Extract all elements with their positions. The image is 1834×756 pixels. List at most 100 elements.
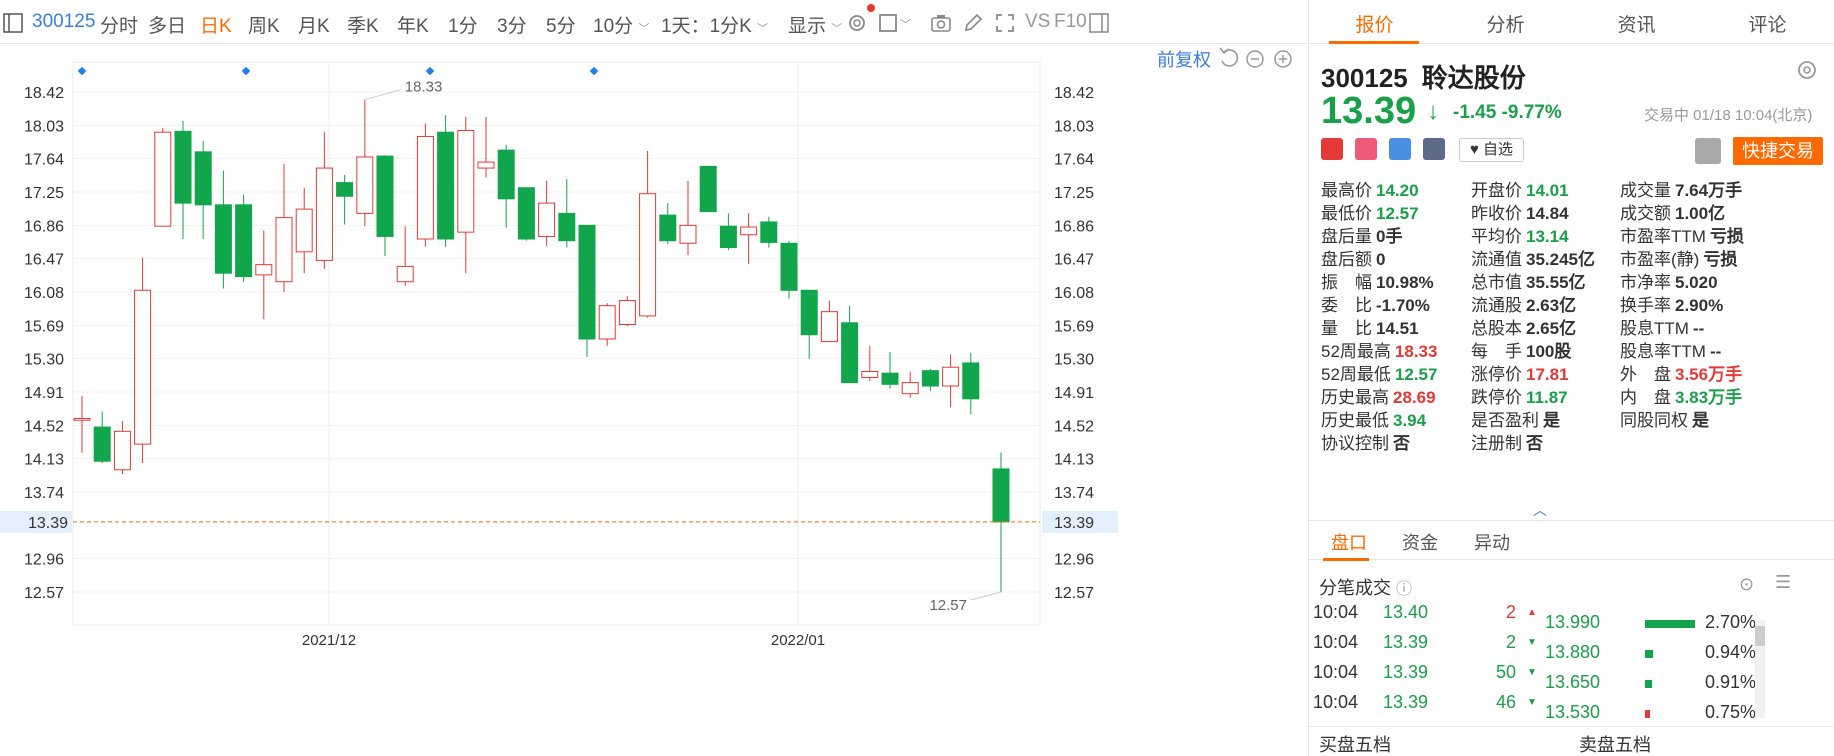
period-quarter-k[interactable]: 季K bbox=[347, 11, 379, 38]
collapse-icon[interactable]: ︿ bbox=[1533, 500, 1547, 520]
add-watchlist-button[interactable]: ♥ 自选 bbox=[1459, 138, 1524, 162]
candle-body bbox=[962, 362, 980, 400]
stat-cell: 成交额 1.00亿 bbox=[1620, 199, 1725, 223]
period-minute[interactable]: 分时 bbox=[100, 11, 138, 38]
event-marker-icon bbox=[241, 66, 251, 76]
vs-button[interactable]: VS bbox=[1025, 11, 1050, 33]
trading-status: 交易中 01/18 10:04(北京) bbox=[1644, 107, 1813, 124]
candle-body bbox=[457, 129, 475, 233]
price-label-right: 14.52 bbox=[1054, 418, 1094, 435]
stat-value: -- bbox=[1709, 342, 1722, 361]
info-icon[interactable]: ⓘ bbox=[1396, 581, 1412, 598]
tab-events[interactable]: 异动 bbox=[1474, 529, 1510, 555]
display-menu[interactable]: 显示 ﹀ bbox=[788, 11, 842, 38]
stat-value: 28.69 bbox=[1393, 388, 1436, 407]
stat-key: 盘后量 bbox=[1321, 227, 1372, 246]
tab-orderbook[interactable]: 盘口 bbox=[1331, 529, 1367, 555]
price-label-left: 17.64 bbox=[24, 152, 64, 169]
quick-trade-button[interactable]: 快捷交易 bbox=[1733, 137, 1823, 165]
period-day-k[interactable]: 日K bbox=[200, 11, 232, 38]
period-10min[interactable]: 10分 ﹀ bbox=[593, 11, 649, 38]
tab-funds[interactable]: 资金 bbox=[1402, 529, 1438, 555]
tab-analysis[interactable]: 分析 bbox=[1440, 10, 1571, 37]
depth-labels: 买盘五档 卖盘五档 bbox=[1309, 726, 1834, 756]
stat-cell: 历史最低 3.94 bbox=[1321, 406, 1426, 430]
tick-time: 10:04 bbox=[1313, 602, 1359, 622]
scrollbar[interactable] bbox=[1755, 620, 1765, 718]
scrollbar-thumb[interactable] bbox=[1755, 626, 1765, 646]
price-label-right: 12.96 bbox=[1054, 552, 1094, 569]
reset-icon[interactable] bbox=[1219, 47, 1239, 67]
note-icon[interactable] bbox=[1423, 138, 1445, 160]
tick-row: 10:04 13.39 46 ▼ bbox=[1309, 692, 1537, 718]
stat-value: 7.64万手 bbox=[1675, 181, 1743, 200]
fullscreen-icon[interactable] bbox=[994, 12, 1016, 34]
stat-cell: 股息TTM -- bbox=[1620, 314, 1704, 338]
price-label-right: 17.25 bbox=[1054, 185, 1094, 202]
chevron-down-icon[interactable]: ﹀ bbox=[900, 16, 911, 32]
stat-cell: 流通值 35.245亿 bbox=[1471, 245, 1595, 269]
stat-key: 最低价 bbox=[1321, 204, 1372, 223]
subtabs: 盘口 资金 异动 bbox=[1309, 520, 1834, 561]
stock-title-code: 300125 bbox=[1321, 63, 1408, 93]
sidebar-toggle-icon[interactable] bbox=[2, 12, 24, 34]
bell-icon[interactable] bbox=[1695, 138, 1721, 164]
stat-key: 盘后额 bbox=[1321, 250, 1372, 269]
price-label-right: 16.86 bbox=[1054, 218, 1094, 235]
price-label-right: 12.57 bbox=[1054, 585, 1094, 602]
stat-cell: 市盈率(静) 亏损 bbox=[1620, 245, 1737, 269]
tick-price: 13.39 bbox=[1383, 692, 1429, 712]
stat-cell: 委 比 -1.70% bbox=[1321, 291, 1430, 315]
tab-comments[interactable]: 评论 bbox=[1702, 10, 1833, 37]
stat-value: 3.83万手 bbox=[1675, 388, 1743, 407]
zoom-out-icon[interactable] bbox=[1246, 50, 1264, 68]
tick-time: 10:04 bbox=[1313, 632, 1359, 652]
price-label-right: 14.13 bbox=[1054, 452, 1094, 469]
zoom-in-icon[interactable] bbox=[1274, 50, 1292, 68]
period-week-k[interactable]: 周K bbox=[248, 11, 280, 38]
stat-key: 外 盘 bbox=[1620, 365, 1671, 384]
tab-quote[interactable]: 报价 bbox=[1309, 10, 1440, 37]
tag-icon[interactable] bbox=[1389, 138, 1411, 160]
f10-button[interactable]: F10 bbox=[1054, 11, 1087, 33]
price-label-left: 16.86 bbox=[24, 218, 64, 235]
stat-key: 总市值 bbox=[1471, 273, 1522, 292]
book-row: 13.650 0.91% bbox=[1545, 672, 1834, 698]
flash-icon[interactable] bbox=[1355, 138, 1377, 160]
stat-value: 0手 bbox=[1376, 227, 1403, 246]
gear-icon[interactable] bbox=[1795, 58, 1819, 82]
stat-cell: 振 幅 10.98% bbox=[1321, 268, 1434, 292]
stat-key: 涨停价 bbox=[1471, 365, 1522, 384]
stock-code[interactable]: 300125 bbox=[32, 11, 95, 33]
heart-icon: ♥ bbox=[1469, 141, 1479, 158]
stat-key: 开盘价 bbox=[1471, 181, 1522, 200]
low-label: 12.57 bbox=[929, 597, 967, 614]
stat-cell: 股息率TTM -- bbox=[1620, 337, 1722, 361]
panel-toggle-icon[interactable] bbox=[1088, 12, 1110, 34]
tick-volume: 2 bbox=[1506, 602, 1517, 622]
book-bar bbox=[1645, 680, 1652, 688]
china-flag-icon bbox=[1321, 138, 1343, 160]
book-bar bbox=[1645, 650, 1653, 658]
period-multiday[interactable]: 多日 bbox=[148, 11, 186, 38]
camera-icon[interactable] bbox=[930, 12, 952, 34]
tab-news[interactable]: 资讯 bbox=[1571, 10, 1702, 37]
stat-cell: 平均价 13.14 bbox=[1471, 222, 1569, 246]
gear-icon[interactable] bbox=[846, 12, 868, 34]
rectangle-tool-icon[interactable] bbox=[878, 12, 900, 34]
kline-chart[interactable]: 18.42 18.42 18.03 18.03 17.64 17.64 17.25 17.25… bbox=[0, 44, 1306, 756]
list-icon[interactable]: ☰ bbox=[1775, 572, 1791, 593]
restore-mode-button[interactable]: 前复权 bbox=[1157, 50, 1211, 70]
period-month-k[interactable]: 月K bbox=[298, 11, 330, 38]
period-1min[interactable]: 1分 bbox=[448, 11, 478, 38]
period-year-k[interactable]: 年K bbox=[397, 11, 429, 38]
more-icon[interactable]: ⊙ bbox=[1739, 574, 1754, 595]
pencil-icon[interactable] bbox=[962, 12, 984, 34]
stat-value: 是 bbox=[1543, 411, 1560, 430]
period-select[interactable]: 1天：1分K ﹀ bbox=[661, 11, 768, 38]
candle-body bbox=[719, 225, 737, 249]
book-bar bbox=[1645, 710, 1650, 718]
period-3min[interactable]: 3分 bbox=[497, 11, 527, 38]
period-5min[interactable]: 5分 bbox=[546, 11, 576, 38]
candle-body bbox=[517, 187, 535, 240]
